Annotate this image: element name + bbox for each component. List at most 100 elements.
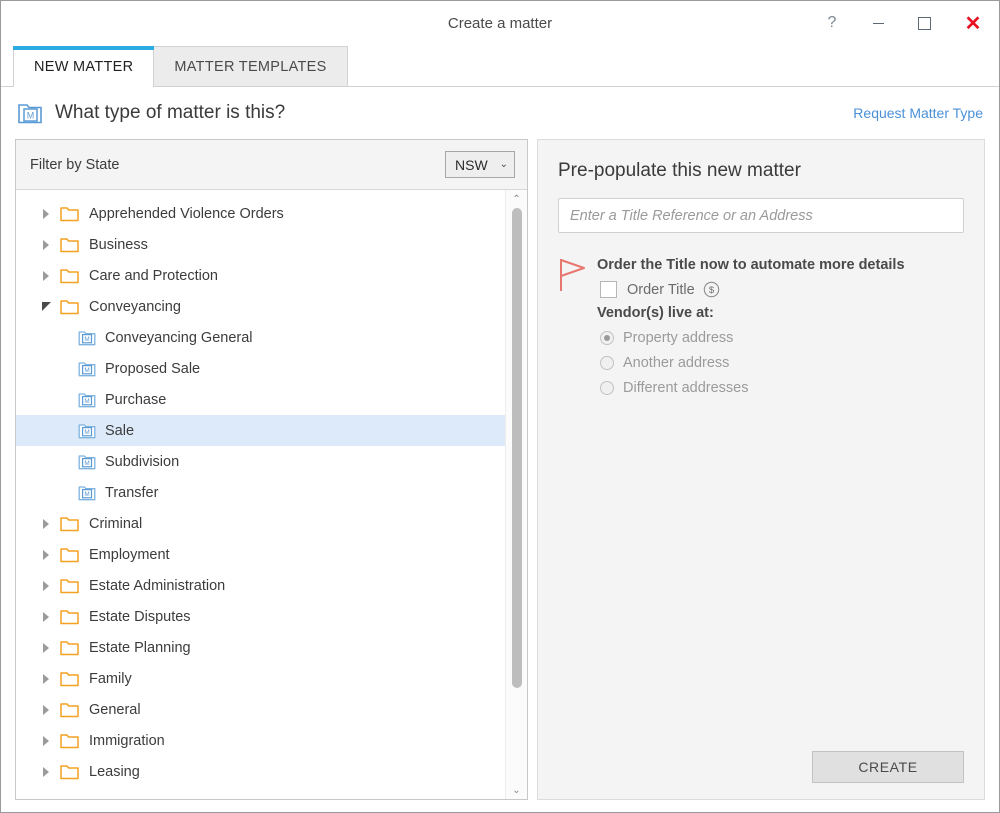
tab-new-matter-label: NEW MATTER xyxy=(34,59,133,75)
maximize-button[interactable] xyxy=(901,1,947,45)
minimize-button[interactable] xyxy=(855,1,901,45)
tree-group-label: Care and Protection xyxy=(89,268,218,284)
tree-scrollbar[interactable]: ⌃ ⌄ xyxy=(505,190,527,799)
order-title-checkbox[interactable] xyxy=(600,281,617,298)
tree-group-row[interactable]: Care and Protection xyxy=(16,260,527,291)
chevron-right-icon[interactable] xyxy=(40,611,52,623)
tree-group-row[interactable]: General xyxy=(16,694,527,725)
matter-type-icon: M xyxy=(78,453,96,471)
tree-group-row[interactable]: Estate Disputes xyxy=(16,601,527,632)
page-header: M What type of matter is this? Request M… xyxy=(1,87,999,139)
scroll-up-button[interactable]: ⌃ xyxy=(506,190,528,208)
tree-group-label: Estate Disputes xyxy=(89,609,191,625)
tree-item-row[interactable]: MSubdivision xyxy=(16,446,527,477)
tree-item-row[interactable]: M Transfer xyxy=(16,477,527,508)
folder-icon xyxy=(60,671,79,687)
create-button[interactable]: CREATE xyxy=(812,751,964,783)
tree-group-row[interactable]: Immigration xyxy=(16,725,527,756)
radio-different-addresses[interactable] xyxy=(600,381,614,395)
tree-group-row[interactable]: Leasing xyxy=(16,756,527,787)
chevron-right-icon[interactable] xyxy=(40,549,52,561)
tree-group-label: Employment xyxy=(89,547,170,563)
tree-group-row[interactable]: Conveyancing xyxy=(16,291,527,322)
tree-item-row-selected[interactable]: M Sale xyxy=(16,415,527,446)
vendor-option-property-address[interactable]: Property address xyxy=(597,325,905,350)
matter-type-icon: M xyxy=(78,422,96,440)
state-filter-select[interactable]: NSW ⌄ xyxy=(445,151,515,178)
title-bar: Create a matter ? ✕ xyxy=(1,1,999,45)
scrollbar-track[interactable] xyxy=(506,208,528,781)
folder-icon xyxy=(60,578,79,594)
chevron-down-icon[interactable] xyxy=(40,301,52,313)
order-title-body: Order the Title now to automate more det… xyxy=(597,255,905,400)
chevron-right-icon[interactable] xyxy=(40,704,52,716)
tree-item-label: Transfer xyxy=(105,485,158,501)
chevron-right-icon[interactable] xyxy=(40,766,52,778)
folder-icon xyxy=(60,299,79,315)
tab-matter-templates[interactable]: MATTER TEMPLATES xyxy=(153,46,347,86)
tree-item-label: Sale xyxy=(105,423,134,439)
tree-group-label: Leasing xyxy=(89,764,140,780)
create-matter-window: Create a matter ? ✕ NEW MATTER MATTER TE… xyxy=(0,0,1000,813)
chevron-right-icon[interactable] xyxy=(40,735,52,747)
tree-group-label: Immigration xyxy=(89,733,165,749)
svg-text:M: M xyxy=(27,111,35,121)
scroll-down-button[interactable]: ⌄ xyxy=(506,781,528,799)
request-matter-type-link[interactable]: Request Matter Type xyxy=(853,105,983,121)
tree-group-label: Criminal xyxy=(89,516,142,532)
chevron-right-icon[interactable] xyxy=(40,239,52,251)
dollar-cost-icon: $ xyxy=(703,281,720,298)
tree-group-row[interactable]: Apprehended Violence Orders xyxy=(16,198,527,229)
tree-group-label: Conveyancing xyxy=(89,299,181,315)
tree-group-label: Family xyxy=(89,671,132,687)
help-button[interactable]: ? xyxy=(809,1,855,45)
order-title-label: Order Title xyxy=(627,282,695,298)
state-filter-value: NSW xyxy=(455,157,488,173)
matter-type-icon: M xyxy=(17,100,43,126)
tree-group-row[interactable]: Estate Administration xyxy=(16,570,527,601)
tree-item-row[interactable]: MProposed Sale xyxy=(16,353,527,384)
folder-icon xyxy=(60,206,79,222)
chevron-right-icon[interactable] xyxy=(40,270,52,282)
prepopulate-title: Pre-populate this new matter xyxy=(558,160,964,182)
svg-text:M: M xyxy=(84,367,89,374)
tree-group-row[interactable]: Estate Planning xyxy=(16,632,527,663)
chevron-right-icon[interactable] xyxy=(40,518,52,530)
order-title-heading: Order the Title now to automate more det… xyxy=(597,257,905,273)
radio-another-address[interactable] xyxy=(600,356,614,370)
order-title-checkbox-row[interactable]: Order Title $ xyxy=(597,281,905,298)
tree-item-row[interactable]: MPurchase xyxy=(16,384,527,415)
close-button[interactable]: ✕ xyxy=(947,1,999,45)
tab-new-matter[interactable]: NEW MATTER xyxy=(13,46,154,87)
chevron-right-icon[interactable] xyxy=(40,580,52,592)
title-reference-input[interactable]: Enter a Title Reference or an Address xyxy=(558,198,964,233)
tree-item-label: Conveyancing General xyxy=(105,330,253,346)
vendor-option-2-label: Different addresses xyxy=(623,380,748,396)
chevron-right-icon[interactable] xyxy=(40,642,52,654)
prepopulate-panel: Pre-populate this new matter Enter a Tit… xyxy=(537,139,985,800)
tree-group-row[interactable]: Business xyxy=(16,229,527,260)
filter-bar: Filter by State NSW ⌄ xyxy=(16,140,527,190)
vendor-option-another-address[interactable]: Another address xyxy=(597,350,905,375)
tree-group-row[interactable]: Employment xyxy=(16,539,527,570)
svg-text:M: M xyxy=(84,336,89,343)
window-controls: ? ✕ xyxy=(809,1,999,45)
matter-type-tree-wrapper: Apprehended Violence Orders Business Care … xyxy=(16,190,527,799)
svg-text:M: M xyxy=(84,491,89,498)
folder-icon xyxy=(60,609,79,625)
minimize-icon xyxy=(873,23,884,25)
svg-text:M: M xyxy=(84,429,89,436)
tree-group-row[interactable]: Family xyxy=(16,663,527,694)
scrollbar-thumb[interactable] xyxy=(512,208,522,688)
chevron-right-icon[interactable] xyxy=(40,673,52,685)
radio-property-address[interactable] xyxy=(600,331,614,345)
folder-icon xyxy=(60,702,79,718)
tree-group-label: Apprehended Violence Orders xyxy=(89,206,284,222)
tree-item-row[interactable]: M Conveyancing General xyxy=(16,322,527,353)
tree-group-label: Estate Administration xyxy=(89,578,225,594)
folder-icon xyxy=(60,640,79,656)
tree-group-label: Estate Planning xyxy=(89,640,191,656)
chevron-right-icon[interactable] xyxy=(40,208,52,220)
vendor-option-different-addresses[interactable]: Different addresses xyxy=(597,375,905,400)
tree-group-row[interactable]: Criminal xyxy=(16,508,527,539)
